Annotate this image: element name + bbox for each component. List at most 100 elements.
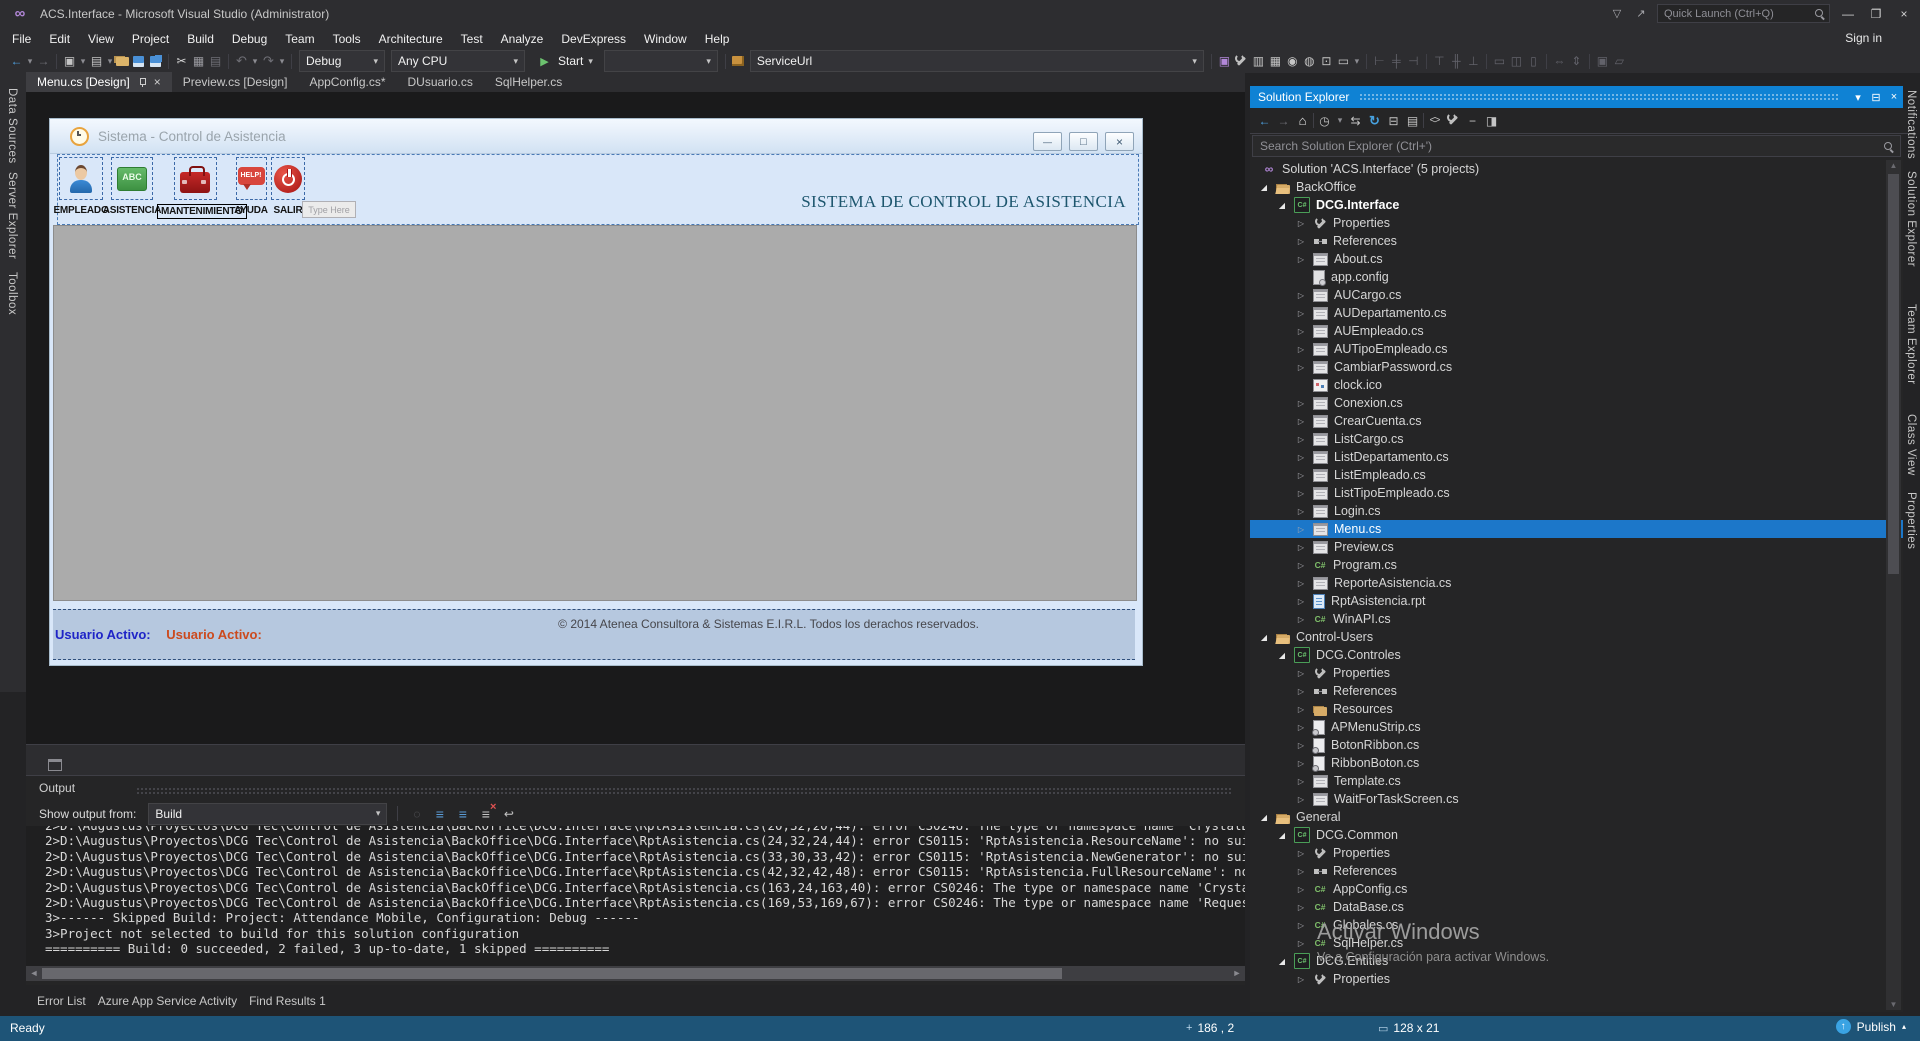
type-here-input[interactable]: Type Here xyxy=(302,201,356,218)
expander-icon[interactable] xyxy=(1295,345,1307,354)
tree-item[interactable]: clock.ico xyxy=(1250,376,1903,394)
designer-icon-button[interactable] xyxy=(111,157,153,200)
share-icon[interactable]: ↗ xyxy=(1633,7,1649,20)
expander-icon[interactable] xyxy=(1295,579,1307,588)
sidebar-item-notifications[interactable]: Notifications xyxy=(1905,90,1917,159)
grid-icon[interactable] xyxy=(1267,53,1284,70)
expander-icon[interactable] xyxy=(1295,219,1307,228)
menu-item[interactable]: Debug xyxy=(223,29,276,49)
dropdown-icon[interactable] xyxy=(250,53,260,70)
tree-item[interactable]: WinAPI.cs xyxy=(1250,610,1903,628)
expander-icon[interactable] xyxy=(1295,525,1307,534)
back-icon[interactable] xyxy=(1256,112,1273,129)
tree-item[interactable]: AUTipoEmpleado.cs xyxy=(1250,340,1903,358)
tree-item[interactable]: BotonRibbon.cs xyxy=(1250,736,1903,754)
menu-item[interactable]: Team xyxy=(276,29,323,49)
extension-icon[interactable] xyxy=(1216,53,1233,70)
panel-tab[interactable]: Find Results 1 xyxy=(249,992,326,1010)
tree-item[interactable]: Program.cs xyxy=(1250,556,1903,574)
tree-item[interactable]: Properties xyxy=(1250,970,1903,988)
menu-item[interactable]: Build xyxy=(178,29,223,49)
back-icon[interactable] xyxy=(8,53,25,70)
preview-window-icon[interactable] xyxy=(1483,112,1500,129)
expander-icon[interactable] xyxy=(1295,885,1307,894)
tree-item[interactable]: Resources xyxy=(1250,700,1903,718)
menu-item[interactable]: Window xyxy=(635,29,696,49)
refresh-icon[interactable] xyxy=(1366,112,1383,129)
panel-tab[interactable]: Azure App Service Activity xyxy=(98,992,237,1010)
quick-launch-input[interactable]: Quick Launch (Ctrl+Q) xyxy=(1657,4,1830,23)
clear-all-icon[interactable] xyxy=(477,805,494,822)
space-v-icon[interactable] xyxy=(1568,53,1585,70)
expander-icon[interactable] xyxy=(1295,867,1307,876)
copy-icon[interactable] xyxy=(190,53,207,70)
same-height-icon[interactable] xyxy=(1525,53,1542,70)
expander-icon[interactable] xyxy=(1258,813,1270,822)
panel-tab[interactable]: Error List xyxy=(37,992,86,1010)
form-status-panel[interactable]: © 2014 Atenea Consultora & Sistemas E.I.… xyxy=(53,609,1135,660)
sidebar-item-class-view[interactable]: Class View xyxy=(1905,414,1917,476)
designer-icon-button[interactable] xyxy=(271,157,305,200)
tree-item[interactable]: RptAsistencia.rpt xyxy=(1250,592,1903,610)
wrench-icon[interactable] xyxy=(1233,53,1250,70)
form-maximize-icon[interactable] xyxy=(1069,132,1098,151)
align-middle-icon[interactable] xyxy=(1448,53,1465,70)
sidebar-item-toolbox[interactable]: Toolbox xyxy=(6,272,18,315)
view-code-icon[interactable] xyxy=(1426,112,1443,129)
tree-item[interactable]: References xyxy=(1250,862,1903,880)
align-left-icon[interactable] xyxy=(1371,53,1388,70)
expander-icon[interactable] xyxy=(1295,723,1307,732)
output-text-area[interactable]: 2>D:\Augustus\Proyectos\DCG Tec\Control … xyxy=(26,826,1245,966)
add-window-icon[interactable] xyxy=(1250,53,1267,70)
tree-item[interactable]: AUCargo.cs xyxy=(1250,286,1903,304)
expander-icon[interactable] xyxy=(1295,849,1307,858)
feedback-icon[interactable]: ▽ xyxy=(1609,7,1625,20)
expander-icon[interactable] xyxy=(1295,777,1307,786)
tree-item[interactable]: ReporteAsistencia.cs xyxy=(1250,574,1903,592)
same-width-icon[interactable] xyxy=(1491,53,1508,70)
close-icon[interactable]: × xyxy=(1894,7,1914,21)
tree-item[interactable]: APMenuStrip.cs xyxy=(1250,718,1903,736)
expander-icon[interactable] xyxy=(1258,183,1270,192)
bring-front-icon[interactable] xyxy=(1594,53,1611,70)
tree-item[interactable]: BackOffice xyxy=(1250,178,1903,196)
expander-icon[interactable] xyxy=(1295,597,1307,606)
forward-icon[interactable] xyxy=(35,53,52,70)
sidebar-item-server-explorer[interactable]: Server Explorer xyxy=(6,172,18,259)
goto-next-icon[interactable] xyxy=(454,805,471,822)
minimize-icon[interactable]: — xyxy=(1838,7,1858,21)
expander-icon[interactable] xyxy=(1295,507,1307,516)
expander-icon[interactable] xyxy=(1295,327,1307,336)
expander-icon[interactable] xyxy=(1295,291,1307,300)
align-top-icon[interactable] xyxy=(1431,53,1448,70)
tree-item[interactable]: DCG.Controles xyxy=(1250,646,1903,664)
tree-item[interactable]: Properties xyxy=(1250,214,1903,232)
dropdown-icon[interactable] xyxy=(277,53,287,70)
horizontal-scrollbar[interactable]: ◄ ► xyxy=(26,966,1245,981)
expander-icon[interactable] xyxy=(1295,759,1307,768)
menu-item[interactable]: View xyxy=(79,29,123,49)
designer-menu-item[interactable]: ASISTENCIA xyxy=(100,157,164,221)
expander-icon[interactable] xyxy=(1295,921,1307,930)
sidebar-item-data-sources[interactable]: Data Sources xyxy=(6,88,18,164)
expander-icon[interactable] xyxy=(1295,939,1307,948)
expander-icon[interactable] xyxy=(1258,633,1270,642)
align-right-icon[interactable] xyxy=(1405,53,1422,70)
redo-icon[interactable] xyxy=(260,53,277,70)
empty-combo[interactable]: ▾ xyxy=(604,50,718,72)
close-icon[interactable]: × xyxy=(1885,91,1903,103)
auto-hide-icon[interactable]: ⊟ xyxy=(1867,91,1885,104)
word-wrap-icon[interactable] xyxy=(500,805,517,822)
sidebar-item-team-explorer[interactable]: Team Explorer xyxy=(1905,304,1917,385)
expander-icon[interactable] xyxy=(1295,471,1307,480)
scroll-right-icon[interactable]: ► xyxy=(1230,967,1244,980)
scroll-left-icon[interactable]: ◄ xyxy=(27,967,41,980)
expander-icon[interactable] xyxy=(1276,201,1288,210)
expander-icon[interactable] xyxy=(1276,831,1288,840)
expander-icon[interactable] xyxy=(1295,669,1307,678)
new-project-icon[interactable] xyxy=(61,53,78,70)
tree-item[interactable]: CambiarPassword.cs xyxy=(1250,358,1903,376)
platform-select[interactable]: Any CPU▾ xyxy=(391,50,525,72)
console-icon[interactable] xyxy=(1335,53,1352,70)
expander-icon[interactable] xyxy=(1295,741,1307,750)
